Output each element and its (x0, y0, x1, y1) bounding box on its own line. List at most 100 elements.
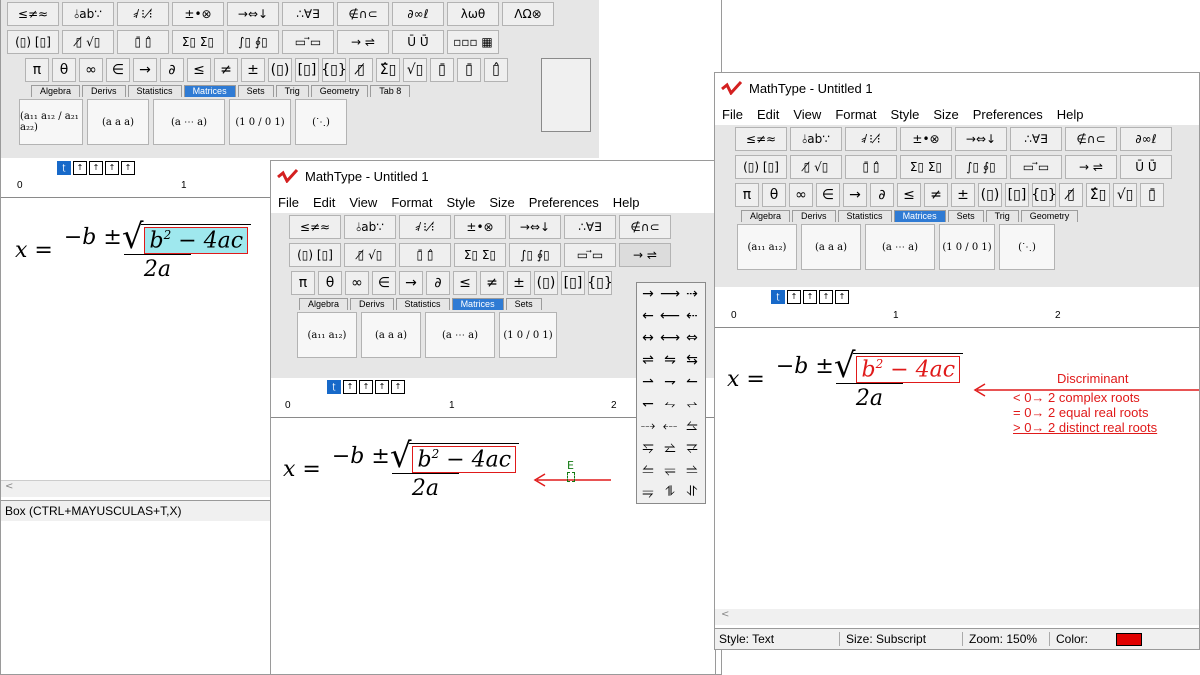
sum-button[interactable]: Σ̂▯ (1086, 183, 1110, 207)
logic-palette-button[interactable]: ∴∀∃ (1010, 127, 1062, 151)
discriminant-box[interactable]: b2 − 4ac (856, 355, 961, 383)
matrix-2x2-template[interactable]: (a₁₁ a₁₂ / a₂₁ a₂₂) (19, 99, 83, 145)
menu-help[interactable]: Help (1050, 107, 1091, 122)
plus-minus-button[interactable]: ± (507, 271, 531, 295)
greek-lower-palette-button[interactable]: λωθ (447, 2, 499, 26)
element-of-button[interactable]: ∈ (816, 183, 840, 207)
logic-palette-button[interactable]: ∴∀∃ (564, 215, 616, 239)
fraction-button[interactable]: ▯̸ (1059, 183, 1083, 207)
braces-button[interactable]: {▯} (1031, 183, 1057, 207)
bars-palette-button[interactable]: ▭ ⃗▭ (1010, 155, 1062, 179)
labeled-arrows-palette-button[interactable]: → ⇌ (1065, 155, 1117, 179)
less-equal-button[interactable]: ≤ (453, 271, 477, 295)
status-color-swatch[interactable] (1116, 632, 1143, 646)
misc-palette-button[interactable]: ∂∞ℓ (392, 2, 444, 26)
hat-button[interactable]: ▯̂ (484, 58, 508, 82)
arrow-template-item[interactable]: ⥦ (681, 415, 703, 437)
matrix-3x3-template[interactable]: (a a a) (361, 312, 421, 358)
menu-edit[interactable]: Edit (750, 107, 786, 122)
integrals-palette-button[interactable]: ∫▯ ∮▯ (227, 30, 279, 54)
tab-statistics[interactable]: Statistics (837, 210, 892, 222)
menu-style[interactable]: Style (883, 107, 926, 122)
bars-palette-button[interactable]: ▭ ⃗▭ (564, 243, 616, 267)
fraction-button[interactable]: ▯̸ (349, 58, 373, 82)
arrow-template-item[interactable]: ⥨ (659, 437, 681, 459)
integrals-palette-button[interactable]: ∫▯ ∮▯ (509, 243, 561, 267)
matrix-2x2-template[interactable]: (a₁₁ a₁₂) (297, 312, 357, 358)
arrow-template-item[interactable]: ⇠ (681, 305, 703, 327)
overbar-button[interactable]: ▯̄ (1140, 183, 1164, 207)
tab-statistics[interactable]: Statistics (127, 85, 182, 97)
matrix-2x2-template[interactable]: (a₁₁ a₁₂) (737, 224, 797, 270)
matrix-nxn-template[interactable]: (a ⋯ a) (153, 99, 225, 145)
tab-algebra[interactable]: Algebra (31, 85, 81, 97)
underbar-button[interactable]: ▯̄ (457, 58, 481, 82)
tab-sets[interactable]: Sets (947, 210, 984, 222)
operators-palette-button[interactable]: ±•⊗ (172, 2, 224, 26)
relations-palette-button[interactable]: ≤≠≈ (735, 127, 787, 151)
arrow-template-item[interactable]: ⇌ (637, 349, 659, 371)
arrow-template-item[interactable]: ⥬ (681, 459, 703, 481)
element-of-button[interactable]: ∈ (106, 58, 130, 82)
arrow-template-item[interactable]: ⤏ (637, 415, 659, 437)
decimal-tab-icon[interactable]: ↑ (105, 161, 119, 175)
tab-algebra[interactable]: Algebra (741, 210, 791, 222)
arrow-template-item[interactable]: ⟶ (659, 283, 681, 305)
parens-button[interactable]: (▯) (534, 271, 558, 295)
identity-2x2-template[interactable]: (1 0 / 0 1) (499, 312, 557, 358)
arrow-template-item[interactable]: ⥋ (681, 393, 703, 415)
menu-view[interactable]: View (342, 195, 384, 210)
left-align-tab-icon[interactable]: ʈ (57, 161, 71, 175)
sums-palette-button[interactable]: Σ▯ Σ▯ (172, 30, 224, 54)
pi-button[interactable]: π (291, 271, 315, 295)
overbar-button[interactable]: ▯̄ (430, 58, 454, 82)
tab-matrices[interactable]: Matrices (183, 85, 236, 97)
fences-palette-button[interactable]: (▯) [▯] (289, 243, 341, 267)
tab-statistics[interactable]: Statistics (395, 298, 450, 310)
menu-file[interactable]: File (715, 107, 750, 122)
subscripts-palette-button[interactable]: ▯̄ ▯̂ (845, 155, 897, 179)
not-equal-button[interactable]: ≠ (480, 271, 504, 295)
sums-palette-button[interactable]: Σ▯ Σ▯ (454, 243, 506, 267)
menu-preferences[interactable]: Preferences (966, 107, 1050, 122)
labeled-arrows-palette-button[interactable]: → ⇌ (619, 243, 671, 267)
relations-palette-button[interactable]: ≤≠≈ (289, 215, 341, 239)
tab-8[interactable]: Tab 8 (370, 85, 411, 97)
arrows-palette-button[interactable]: →⇔↓ (955, 127, 1007, 151)
partial-button[interactable]: ∂ (426, 271, 450, 295)
arrows-palette-button[interactable]: →⇔↓ (227, 2, 279, 26)
matrix-3x3-template[interactable]: (a a a) (87, 99, 149, 145)
decimal-tab-icon[interactable]: ↑ (819, 290, 833, 304)
sets-palette-button[interactable]: ∉∩⊂ (619, 215, 671, 239)
arrow-template-item[interactable]: ← (637, 305, 659, 327)
tab-geometry[interactable]: Geometry (310, 85, 369, 97)
fractions-palette-button[interactable]: ▯̸ √▯ (62, 30, 114, 54)
fences-palette-button[interactable]: (▯) [▯] (735, 155, 787, 179)
arrow-template-item[interactable]: ⥭ (637, 481, 659, 503)
relations-palette-button[interactable]: ≤≠≈ (7, 2, 59, 26)
tab-sets[interactable]: Sets (505, 298, 542, 310)
fences-palette-button[interactable]: (▯) [▯] (7, 30, 59, 54)
arrow-template-item[interactable]: ⇀ (637, 371, 659, 393)
matrices-palette-button[interactable]: ▫▫▫ ▦ (447, 30, 499, 54)
spaces-palette-button[interactable]: ⫰ab∵ (790, 127, 842, 151)
not-equal-button[interactable]: ≠ (214, 58, 238, 82)
left-hscroll[interactable]: < (1, 480, 275, 497)
sqrt-button[interactable]: √▯ (403, 58, 427, 82)
element-of-button[interactable]: ∈ (372, 271, 396, 295)
arrow-template-item[interactable]: ⇔ (681, 327, 703, 349)
sets-palette-button[interactable]: ∉∩⊂ (1065, 127, 1117, 151)
sum-button[interactable]: Σ̂▯ (376, 58, 400, 82)
arrow-template-item[interactable]: ⇆ (681, 349, 703, 371)
right-tab-icon[interactable]: ↑ (803, 290, 817, 304)
arrow-template-item[interactable]: ⥪ (637, 459, 659, 481)
theta-button[interactable]: θ (318, 271, 342, 295)
embellishments-palette-button[interactable]: ⸗̸ ⁝ ⁝̸ (399, 215, 451, 239)
parens-button[interactable]: (▯) (268, 58, 292, 82)
right-tab-icon[interactable]: ↑ (89, 161, 103, 175)
pi-button[interactable]: π (735, 183, 759, 207)
menu-format[interactable]: Format (384, 195, 439, 210)
fractions-palette-button[interactable]: ▯̸ √▯ (344, 243, 396, 267)
matrix-nxn-template[interactable]: (a ⋯ a) (425, 312, 495, 358)
tab-geometry[interactable]: Geometry (1020, 210, 1079, 222)
